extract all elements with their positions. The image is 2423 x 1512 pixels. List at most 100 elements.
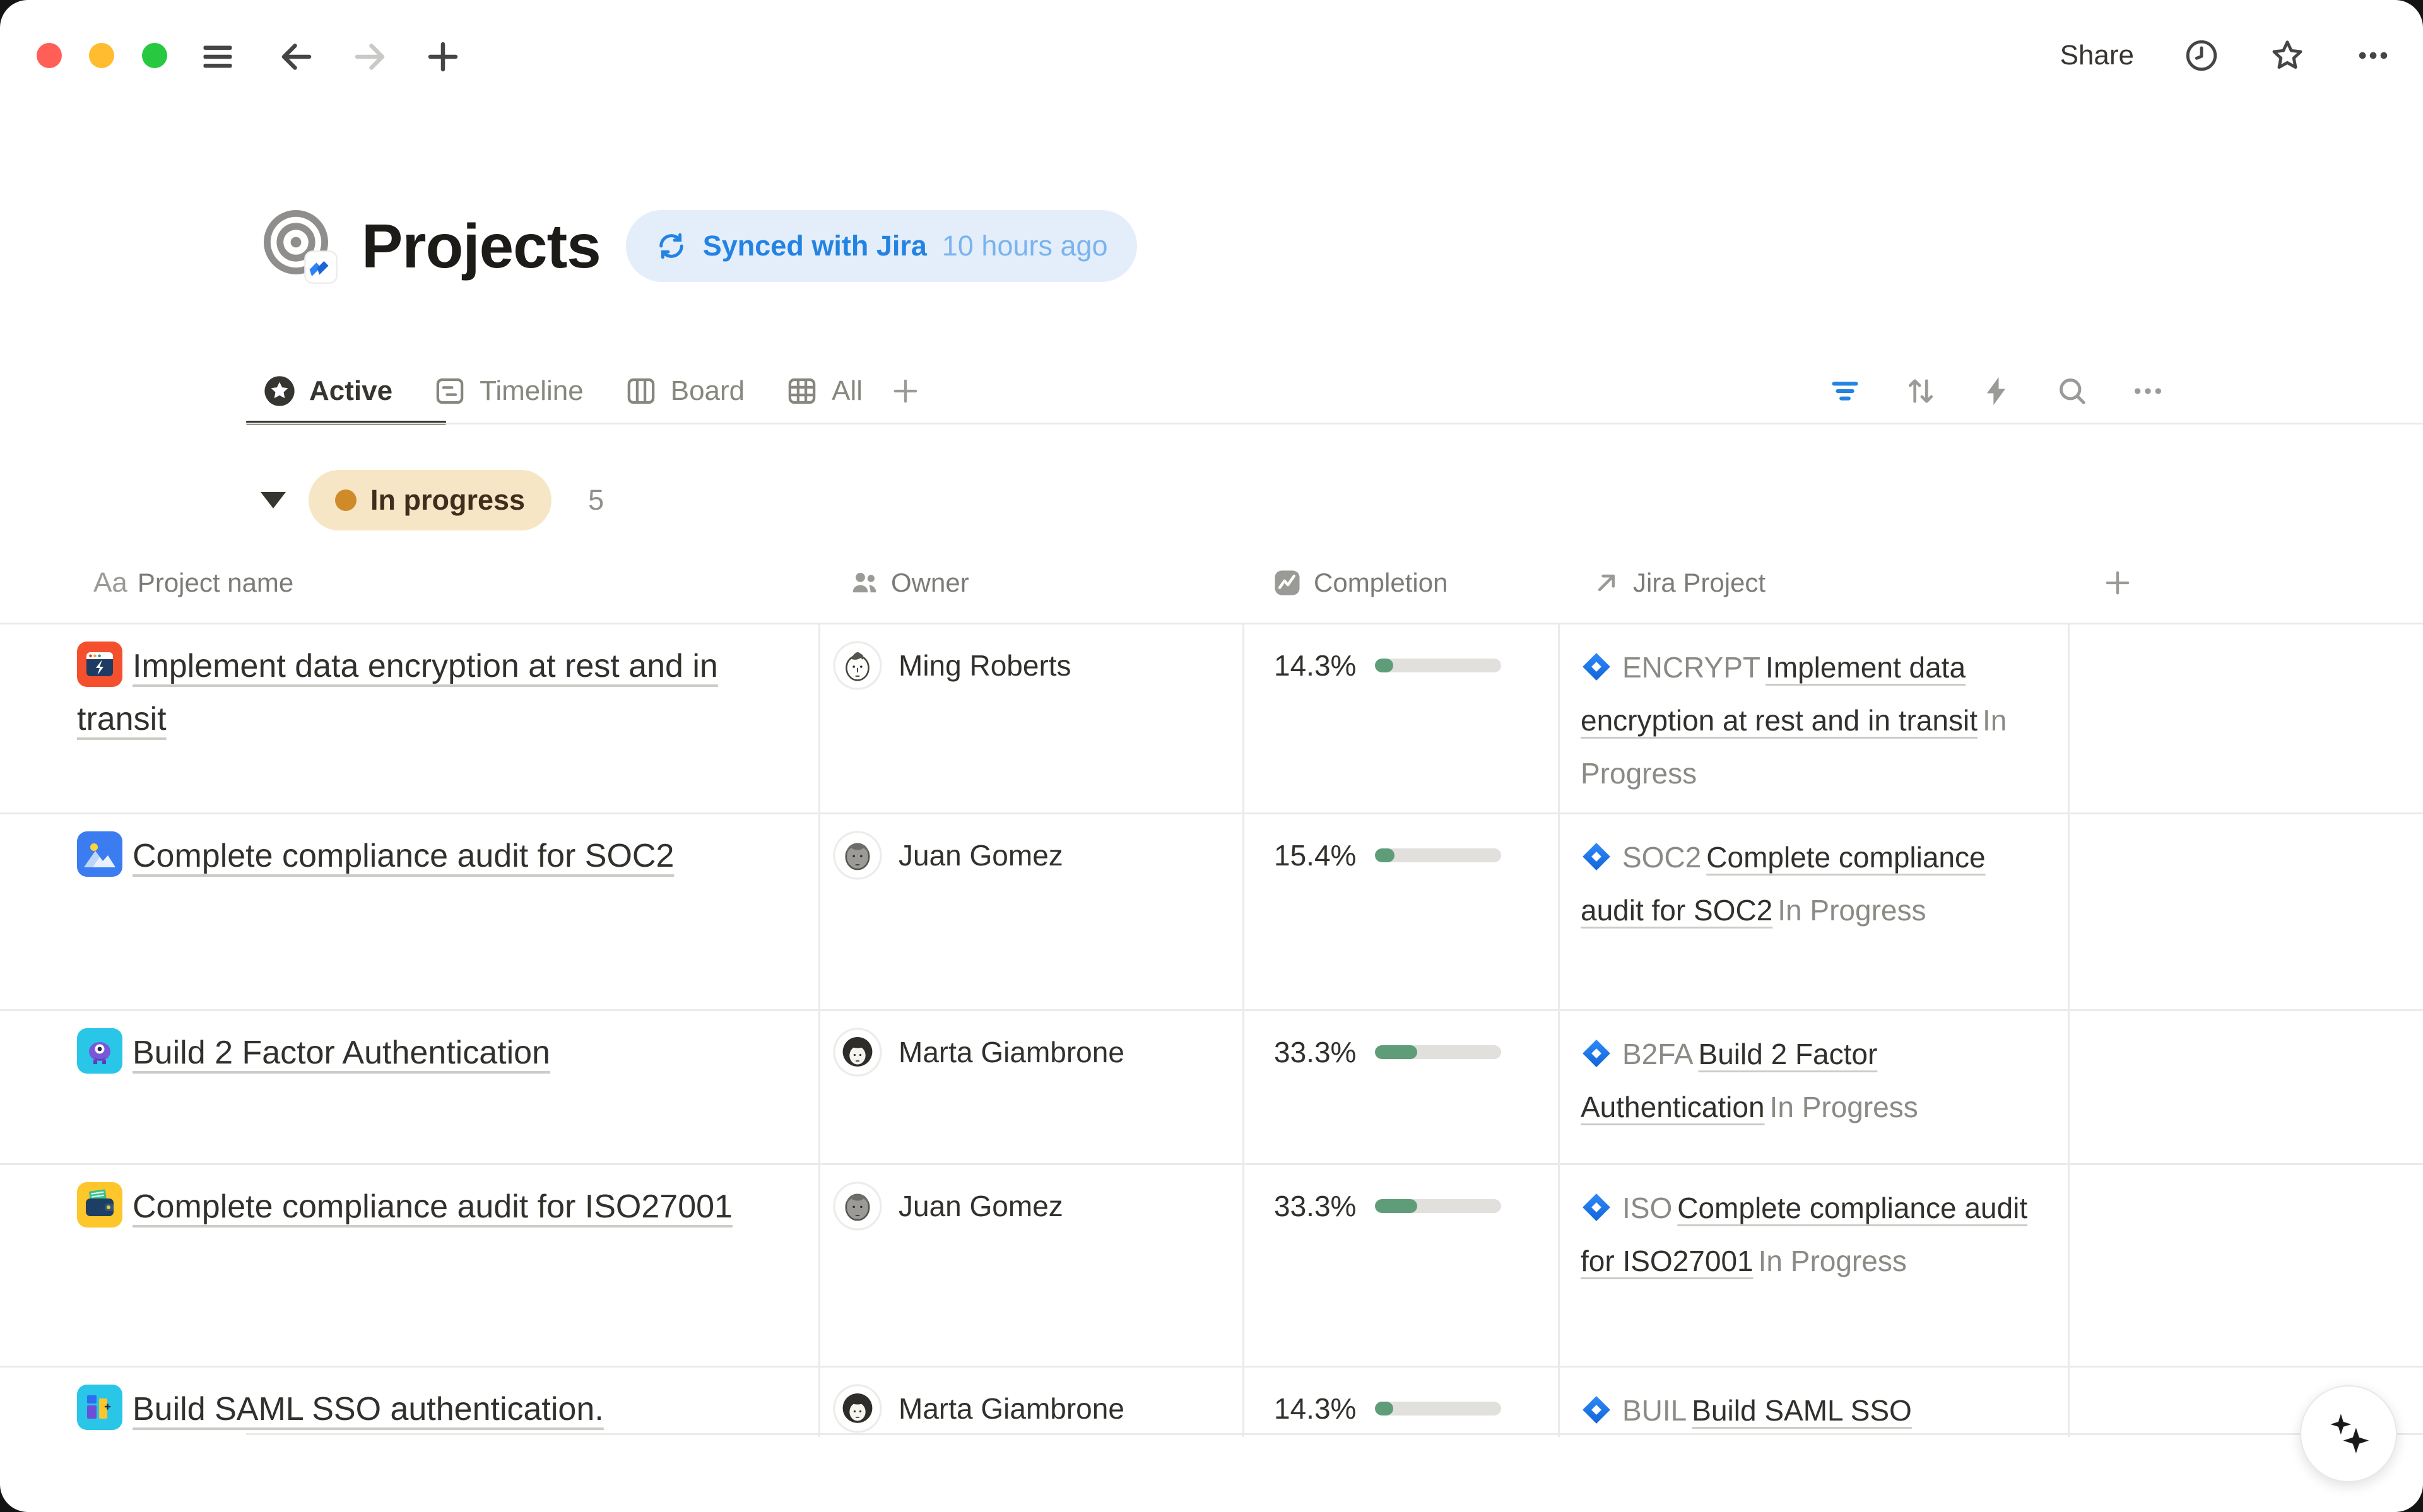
owner-cell[interactable]: Ming Roberts (820, 624, 1244, 812)
collapse-caret-icon[interactable] (261, 492, 286, 508)
project-icon-mountain (77, 831, 122, 877)
timeline-icon (433, 374, 467, 408)
project-name-link[interactable]: Complete compliance audit for SOC2 (133, 838, 674, 874)
empty-cell (2070, 1165, 2423, 1366)
share-button[interactable]: Share (2060, 40, 2134, 71)
jira-sync-badge[interactable]: Synced with Jira 10 hours ago (626, 210, 1137, 282)
avatar-marta-giambrone (833, 1028, 882, 1077)
table-icon (785, 374, 819, 408)
view-controls (1827, 358, 2166, 424)
avatar-ming-roberts (833, 641, 882, 690)
avatar-juan-gomez (833, 831, 882, 880)
filter-icon[interactable] (1827, 373, 1863, 409)
new-tab-icon[interactable] (424, 38, 462, 76)
traffic-light-close[interactable] (37, 43, 62, 68)
sidebar-menu-icon[interactable] (199, 38, 237, 76)
more-options-icon[interactable] (2355, 37, 2391, 74)
star-circle-icon (262, 374, 297, 408)
tab-label: Timeline (480, 375, 584, 407)
table-row: Complete compliance audit for ISO27001 J… (0, 1165, 2423, 1368)
table-more-icon[interactable] (2130, 373, 2166, 409)
owner-cell[interactable]: Juan Gomez (820, 1165, 1244, 1366)
completion-cell[interactable]: 15.4% (1244, 814, 1560, 1009)
jira-diamond-icon (1581, 646, 1612, 677)
history-icon[interactable] (2183, 37, 2220, 74)
group-status-badge[interactable]: In progress (309, 470, 551, 530)
owner-cell[interactable]: Marta Giambrone (820, 1368, 1244, 1437)
empty-cell (2070, 814, 2423, 1009)
completion-cell[interactable]: 14.3% (1244, 624, 1560, 812)
text-type-icon: Aa (93, 567, 127, 599)
project-name-cell[interactable]: Complete compliance audit for ISO27001 (0, 1165, 820, 1366)
owner-name: Marta Giambrone (899, 1384, 1124, 1433)
column-header-completion[interactable]: Completion (1244, 542, 1560, 623)
owner-name: Ming Roberts (899, 641, 1071, 690)
project-name-cell[interactable]: Complete compliance audit for SOC2 (0, 814, 820, 1009)
jira-cell[interactable]: ENCRYPTImplement data encryption at rest… (1560, 624, 2070, 812)
tab-all[interactable]: All (769, 374, 887, 408)
window-toolbar: Share (0, 0, 2423, 111)
project-name-link[interactable]: Build 2 Factor Authentication (133, 1034, 550, 1071)
owner-cell[interactable]: Marta Giambrone (820, 1011, 1244, 1163)
sync-label: Synced with Jira (703, 230, 927, 262)
back-icon[interactable] (278, 38, 315, 76)
add-column-icon[interactable] (2070, 542, 2423, 623)
jira-status: In Progress (1777, 894, 1926, 927)
add-view-icon[interactable] (887, 375, 924, 407)
project-name-link[interactable]: Complete compliance audit for ISO27001 (133, 1188, 733, 1225)
jira-diamond-icon (1581, 1187, 1612, 1218)
search-icon[interactable] (2055, 373, 2090, 409)
jira-diamond-icon (1581, 1389, 1612, 1421)
owner-name: Juan Gomez (899, 831, 1063, 880)
project-name-cell[interactable]: Build SAML SSO authentication. (0, 1368, 820, 1437)
tab-active[interactable]: Active (246, 374, 416, 408)
column-label: Owner (891, 568, 969, 598)
project-name-cell[interactable]: Implement data encryption at rest and in… (0, 624, 820, 812)
jira-key: SOC2 (1622, 841, 1701, 874)
table-row: Build SAML SSO authentication. Marta Gia… (0, 1368, 2423, 1437)
tab-board[interactable]: Board (608, 374, 769, 408)
project-icon-encryption (77, 642, 122, 687)
jira-cell[interactable]: B2FABuild 2 Factor AuthenticationIn Prog… (1560, 1011, 2070, 1163)
jira-key: ENCRYPT (1622, 651, 1760, 684)
column-header-owner[interactable]: Owner (820, 542, 1244, 623)
completion-cell[interactable]: 14.3% (1244, 1368, 1560, 1437)
empty-cell (2070, 1011, 2423, 1163)
tab-timeline[interactable]: Timeline (416, 374, 608, 408)
table-clip-border (246, 1433, 2423, 1435)
group-count: 5 (588, 484, 604, 517)
sync-icon (655, 230, 688, 262)
table-row: Implement data encryption at rest and in… (0, 624, 2423, 814)
progress-bar (1375, 1402, 1501, 1415)
completion-percent: 33.3% (1274, 1035, 1356, 1069)
sort-icon[interactable] (1903, 373, 1938, 409)
project-icon-monster (77, 1028, 122, 1074)
progress-bar (1375, 1045, 1501, 1059)
avatar-marta-giambrone (833, 1384, 882, 1433)
favorite-star-icon[interactable] (2269, 37, 2306, 74)
sparkles-icon (2321, 1407, 2376, 1461)
jira-cell[interactable]: BUILBuild SAML SSO authentication.In Pro… (1560, 1368, 2070, 1437)
avatar-juan-gomez (833, 1181, 882, 1231)
status-dot (335, 489, 357, 511)
jira-diamond-icon (1581, 836, 1612, 867)
people-icon (848, 566, 881, 599)
column-header-jira[interactable]: Jira Project (1560, 542, 2070, 623)
jira-cell[interactable]: ISOComplete compliance audit for ISO2700… (1560, 1165, 2070, 1366)
page-target-icon[interactable] (262, 208, 338, 284)
ai-assistant-button[interactable] (2300, 1385, 2397, 1482)
jira-cell[interactable]: SOC2Complete compliance audit for SOC2In… (1560, 814, 2070, 1009)
traffic-light-zoom[interactable] (142, 43, 167, 68)
completion-cell[interactable]: 33.3% (1244, 1165, 1560, 1366)
lightning-icon[interactable] (1979, 373, 2014, 409)
project-name-link[interactable]: Implement data encryption at rest and in… (77, 648, 718, 737)
project-name-link[interactable]: Build SAML SSO authentication. (133, 1391, 604, 1427)
project-name-cell[interactable]: Build 2 Factor Authentication (0, 1011, 820, 1163)
project-icon-blocks (77, 1385, 122, 1430)
forward-icon[interactable] (351, 38, 389, 76)
external-arrow-icon (1590, 566, 1623, 599)
column-header-project-name[interactable]: Aa Project name (0, 542, 820, 623)
completion-cell[interactable]: 33.3% (1244, 1011, 1560, 1163)
owner-cell[interactable]: Juan Gomez (820, 814, 1244, 1009)
traffic-light-minimize[interactable] (89, 43, 114, 68)
